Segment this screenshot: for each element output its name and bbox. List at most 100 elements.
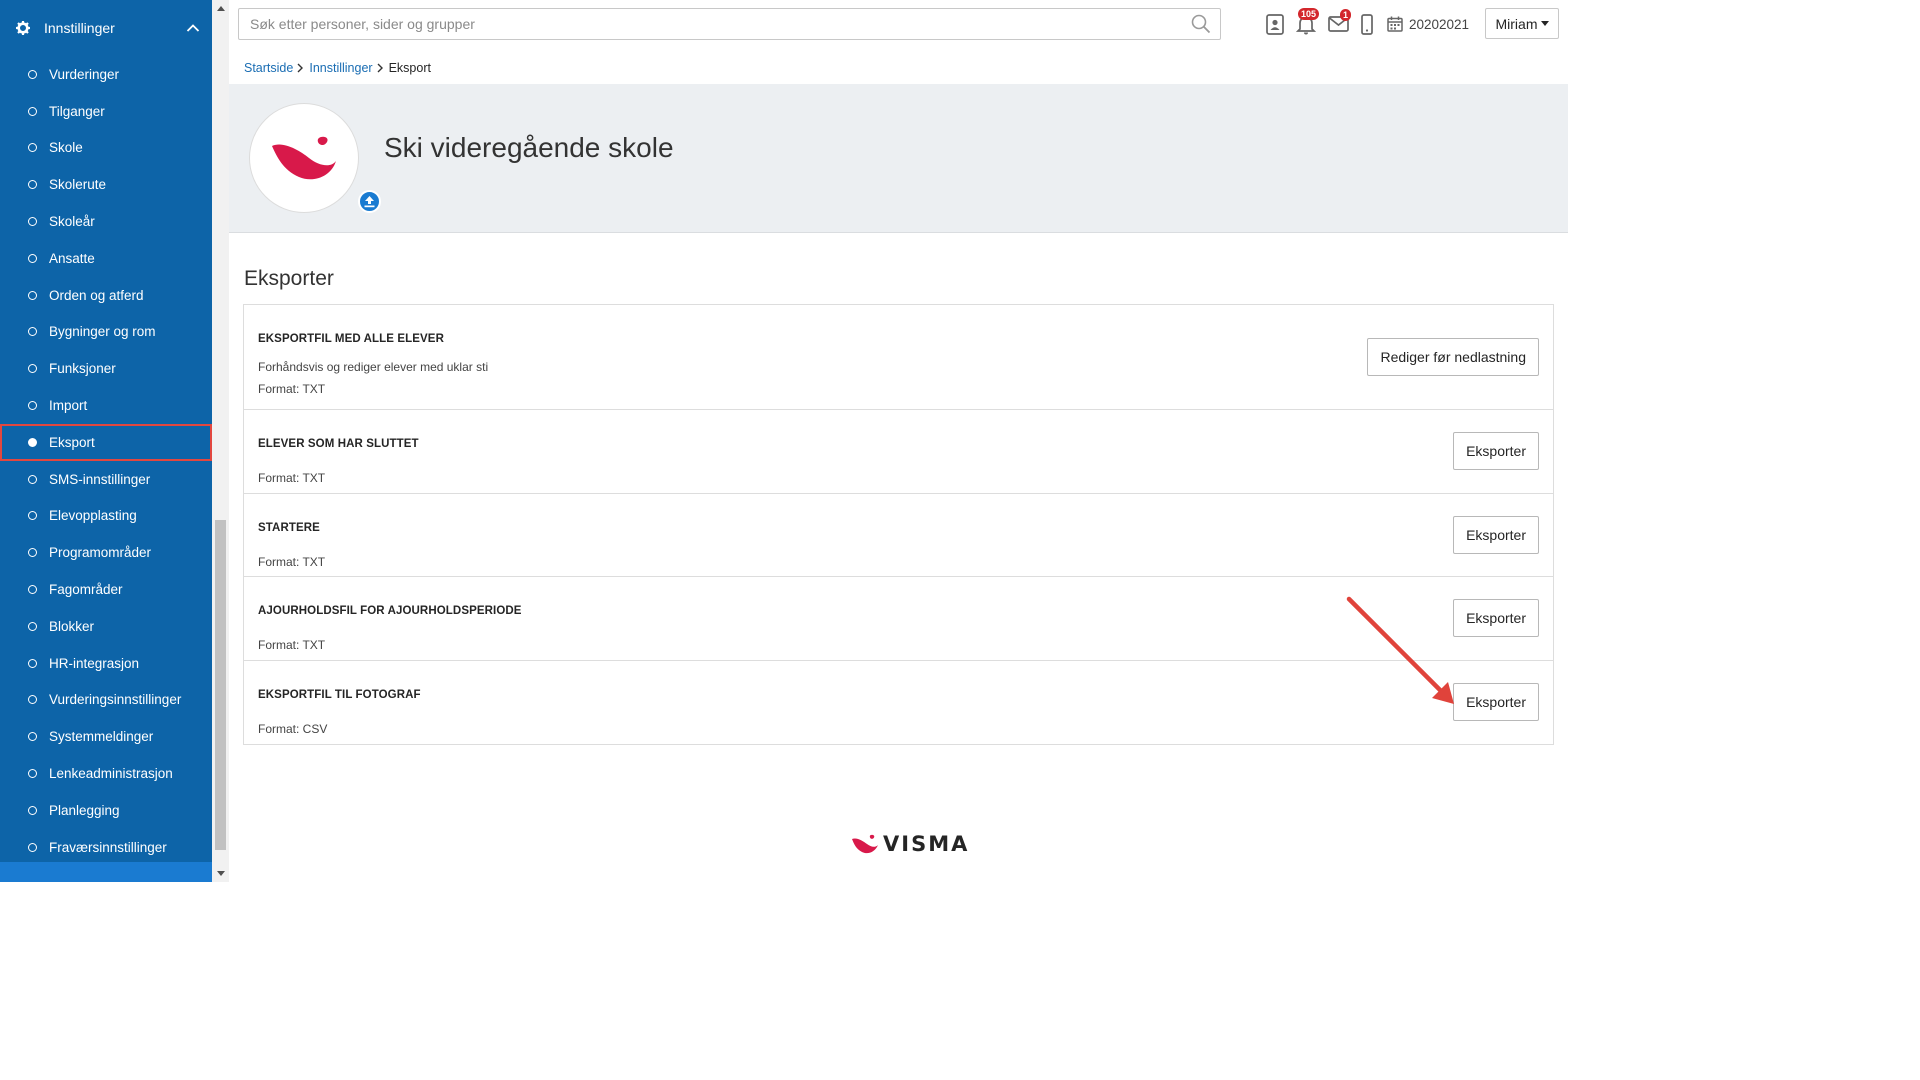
export-row-format: Format: TXT xyxy=(258,382,326,396)
export-row-description: Forhåndsvis og rediger elever med uklar … xyxy=(258,360,489,374)
sidebar: Innstillinger Vurderinger Tilganger Skole S… xyxy=(0,0,212,882)
user-name: Miriam xyxy=(1495,15,1538,32)
sidebar-item-label: Ansatte xyxy=(49,250,95,266)
export-list: EKSPORTFIL MED ALLE ELEVER Forhåndsvis og… xyxy=(243,304,1554,745)
circle-icon xyxy=(28,364,37,374)
sidebar-item-ansatte[interactable]: Ansatte xyxy=(0,240,212,277)
sidebar-item-fraværsinnstillinger[interactable]: Fraværsinnstillinger xyxy=(0,829,212,866)
sidebar-item-import[interactable]: Import xyxy=(0,387,212,424)
footer-visma-logo: VISMA xyxy=(851,832,969,856)
footer-brand-text: VISMA xyxy=(883,832,970,856)
sidebar-item-label: HR-integrasjon xyxy=(49,655,140,671)
sidebar-scrollbar[interactable] xyxy=(212,0,229,882)
sidebar-item-label: Blokker xyxy=(49,618,95,634)
search-input[interactable] xyxy=(239,10,1190,38)
circle-icon xyxy=(28,769,37,779)
circle-icon xyxy=(28,217,37,227)
messages-envelope-icon[interactable]: 1 xyxy=(1327,9,1352,35)
sidebar-item-label: Funksjoner xyxy=(49,361,116,377)
chevron-right-icon xyxy=(297,63,304,73)
sidebar-header-settings[interactable]: Innstillinger xyxy=(0,0,212,56)
search-box xyxy=(238,8,1221,40)
export-row-title: AJOURHOLDSFIL FOR AJOURHOLDSPERIODE xyxy=(258,605,522,617)
circle-icon xyxy=(28,290,37,300)
sidebar-item-tilganger[interactable]: Tilganger xyxy=(0,93,212,130)
sidebar-footer-bar xyxy=(0,862,212,882)
export-row-title: STARTERE xyxy=(258,522,320,534)
mobile-phone-icon[interactable] xyxy=(1356,13,1378,35)
sidebar-header-label: Innstillinger xyxy=(44,20,115,36)
scroll-up-arrow-icon[interactable] xyxy=(212,0,229,17)
upload-icon xyxy=(364,196,375,208)
sidebar-item-label: Lenkeadministrasjon xyxy=(49,766,173,782)
sidebar-item-label: Skole xyxy=(49,140,83,156)
circle-icon xyxy=(28,106,37,116)
caret-down-icon xyxy=(1540,21,1549,26)
calendar-icon xyxy=(1387,16,1403,32)
sidebar-item-skole[interactable]: Skole xyxy=(0,130,212,167)
export-row-title: ELEVER SOM HAR SLUTTET xyxy=(258,438,419,450)
circle-icon xyxy=(28,658,37,668)
sidebar-item-bygninger-og-rom[interactable]: Bygninger og rom xyxy=(0,314,212,351)
circle-icon xyxy=(28,732,37,742)
export-row: STARTERE Format: TXT Eksporter xyxy=(244,494,1553,577)
top-bar: 105 1 20202021 Miriam xyxy=(229,0,1568,52)
chevron-up-icon[interactable] xyxy=(186,23,200,33)
export-row: EKSPORTFIL TIL FOTOGRAF Format: CSV Ekspor… xyxy=(244,661,1553,744)
export-button[interactable]: Eksporter xyxy=(1453,516,1539,554)
sidebar-menu: Vurderinger Tilganger Skole Skolerute Skoleå… xyxy=(0,56,212,866)
upload-logo-button[interactable] xyxy=(358,190,381,213)
sidebar-item-vurderinger[interactable]: Vurderinger xyxy=(0,56,212,93)
sidebar-item-label: Import xyxy=(49,398,88,414)
export-button[interactable]: Eksporter xyxy=(1453,599,1539,637)
messages-badge: 1 xyxy=(1340,9,1352,21)
circle-icon xyxy=(28,327,37,337)
sidebar-item-sms-innstillinger[interactable]: SMS-innstillinger xyxy=(0,461,212,498)
sidebar-item-blokker[interactable]: Blokker xyxy=(0,608,212,645)
circle-icon xyxy=(28,548,37,558)
sidebar-item-skoleår[interactable]: Skoleår xyxy=(0,203,212,240)
export-row: EKSPORTFIL MED ALLE ELEVER Forhåndsvis og… xyxy=(244,305,1553,410)
export-row: AJOURHOLDSFIL FOR AJOURHOLDSPERIODE Forma… xyxy=(244,577,1553,661)
scrollbar-thumb[interactable] xyxy=(215,520,226,850)
edit-before-download-button[interactable]: Rediger før nedlastning xyxy=(1367,338,1539,376)
circle-icon xyxy=(28,143,37,153)
sidebar-item-fagområder[interactable]: Fagområder xyxy=(0,571,212,608)
sidebar-item-eksport[interactable]: Eksport xyxy=(0,423,212,461)
breadcrumb-link-startside[interactable]: Startside xyxy=(244,61,293,75)
sidebar-item-label: Bygninger og rom xyxy=(49,324,156,340)
user-menu-button[interactable]: Miriam xyxy=(1485,8,1559,39)
circle-icon xyxy=(28,401,37,411)
circle-icon xyxy=(28,695,37,705)
export-row-format: Format: TXT xyxy=(258,555,326,569)
breadcrumb-link-innstillinger[interactable]: Innstillinger xyxy=(309,61,372,75)
sidebar-item-vurderingsinnstillinger[interactable]: Vurderingsinnstillinger xyxy=(0,682,212,719)
sidebar-item-label: Systemmeldinger xyxy=(49,729,154,745)
gear-icon xyxy=(16,21,30,35)
sidebar-item-systemmeldinger[interactable]: Systemmeldinger xyxy=(0,718,212,755)
sidebar-item-hr-integrasjon[interactable]: HR-integrasjon xyxy=(0,645,212,682)
sidebar-item-programområder[interactable]: Programområder xyxy=(0,534,212,571)
sidebar-item-lenkeadministrasjon[interactable]: Lenkeadministrasjon xyxy=(0,755,212,792)
sidebar-item-planlegging[interactable]: Planlegging xyxy=(0,792,212,829)
school-year-label: 20202021 xyxy=(1409,16,1470,32)
sidebar-item-orden-og-atferd[interactable]: Orden og atferd xyxy=(0,277,212,314)
visma-logo-icon xyxy=(851,833,879,855)
export-row-format: Format: TXT xyxy=(258,471,326,485)
search-icon[interactable] xyxy=(1190,13,1212,35)
sidebar-item-funksjoner[interactable]: Funksjoner xyxy=(0,350,212,387)
sidebar-item-elevopplasting[interactable]: Elevopplasting xyxy=(0,498,212,535)
export-row-format: Format: TXT xyxy=(258,638,326,652)
export-button[interactable]: Eksporter xyxy=(1453,683,1539,721)
school-logo xyxy=(249,103,359,213)
school-year-selector[interactable]: 20202021 xyxy=(1387,13,1469,35)
contact-card-icon[interactable] xyxy=(1264,13,1286,35)
sidebar-item-skolerute[interactable]: Skolerute xyxy=(0,166,212,203)
chevron-right-icon xyxy=(377,63,383,73)
scroll-down-arrow-icon[interactable] xyxy=(212,865,229,882)
sidebar-item-label: Programområder xyxy=(49,545,152,561)
circle-icon xyxy=(28,842,37,852)
notifications-bell-icon[interactable]: 105 xyxy=(1295,8,1320,35)
sidebar-item-label: Tilganger xyxy=(49,103,105,119)
export-button[interactable]: Eksporter xyxy=(1453,432,1539,470)
